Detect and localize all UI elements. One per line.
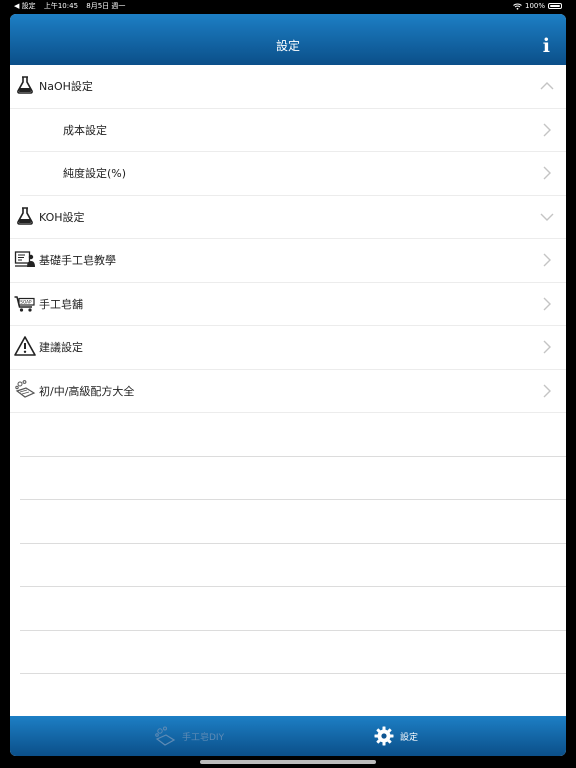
nav-bar: 設定 i [10,14,566,65]
soap-shop-label: 手工皂舖 [39,297,83,311]
shopping-cart-icon: SOAP [14,295,35,312]
koh-settings-row[interactable]: KOH設定 [10,196,566,239]
recipes-label: 初/中/高級配方大全 [39,384,135,398]
tab-soap-diy[interactable]: 手工皂DIY [154,716,224,756]
gear-icon [374,726,394,746]
home-indicator[interactable] [200,760,376,764]
empty-row [20,631,566,674]
empty-row [20,500,566,544]
info-button[interactable]: i [543,34,550,58]
empty-row [20,674,566,718]
page-title: 設定 [275,39,300,53]
tutorial-label: 基礎手工皂教學 [39,254,116,268]
tab-settings-label: 設定 [400,732,419,743]
flask-icon [17,76,33,94]
chevron-right-icon [543,384,551,397]
suggested-settings-row[interactable]: 建議設定 [10,326,566,370]
chevron-down-icon [540,213,554,221]
battery-percent: 100% [524,2,545,10]
settings-list: NaOH設定 成本設定 純度設定(%) KOH設定 基礎手工皂教學 SOAP 手… [10,65,566,718]
empty-row [20,544,566,587]
teacher-board-icon [14,251,35,267]
recipe-bubbles-icon [15,379,36,398]
tab-bar: 手工皂DIY 設定 [10,716,566,756]
battery-icon [548,3,562,9]
empty-row [20,587,566,631]
tab-soap-diy-label: 手工皂DIY [182,732,225,743]
soap-shop-row[interactable]: SOAP 手工皂舖 [10,283,566,326]
tutorial-row[interactable]: 基礎手工皂教學 [10,239,566,283]
wifi-icon [513,3,522,10]
purity-settings-row[interactable]: 純度設定(%) [20,152,566,196]
app-window: 設定 i NaOH設定 成本設定 純度設定(%) KOH設定 基礎手工皂教學 S… [10,14,566,756]
chevron-right-icon [543,340,551,354]
empty-row [20,457,566,500]
purity-settings-label: 純度設定(%) [63,167,127,181]
soap-diy-icon [155,726,176,746]
suggested-settings-label: 建議設定 [39,341,83,355]
chevron-right-icon [543,123,551,136]
chevron-right-icon [543,297,551,310]
flask-icon [17,206,33,225]
status-bar: ◀ 設定 上午10:45 8月5日 週一 100% [0,0,576,12]
back-to-app[interactable]: ◀ 設定 [14,2,36,10]
status-time: 上午10:45 [43,2,79,10]
chevron-right-icon [543,166,551,180]
tab-settings[interactable]: 設定 [374,716,418,756]
cost-settings-row[interactable]: 成本設定 [20,109,566,152]
koh-settings-label: KOH設定 [39,210,85,224]
chevron-right-icon [543,253,551,267]
warning-icon [14,336,36,356]
recipes-row[interactable]: 初/中/高級配方大全 [10,370,566,413]
cost-settings-label: 成本設定 [63,123,107,137]
svg-text:SOAP: SOAP [20,299,32,304]
naoh-settings-row[interactable]: NaOH設定 [10,65,566,109]
empty-row [20,413,566,457]
chevron-up-icon [540,82,554,90]
naoh-settings-label: NaOH設定 [39,80,93,94]
status-date: 8月5日 週一 [86,2,126,10]
